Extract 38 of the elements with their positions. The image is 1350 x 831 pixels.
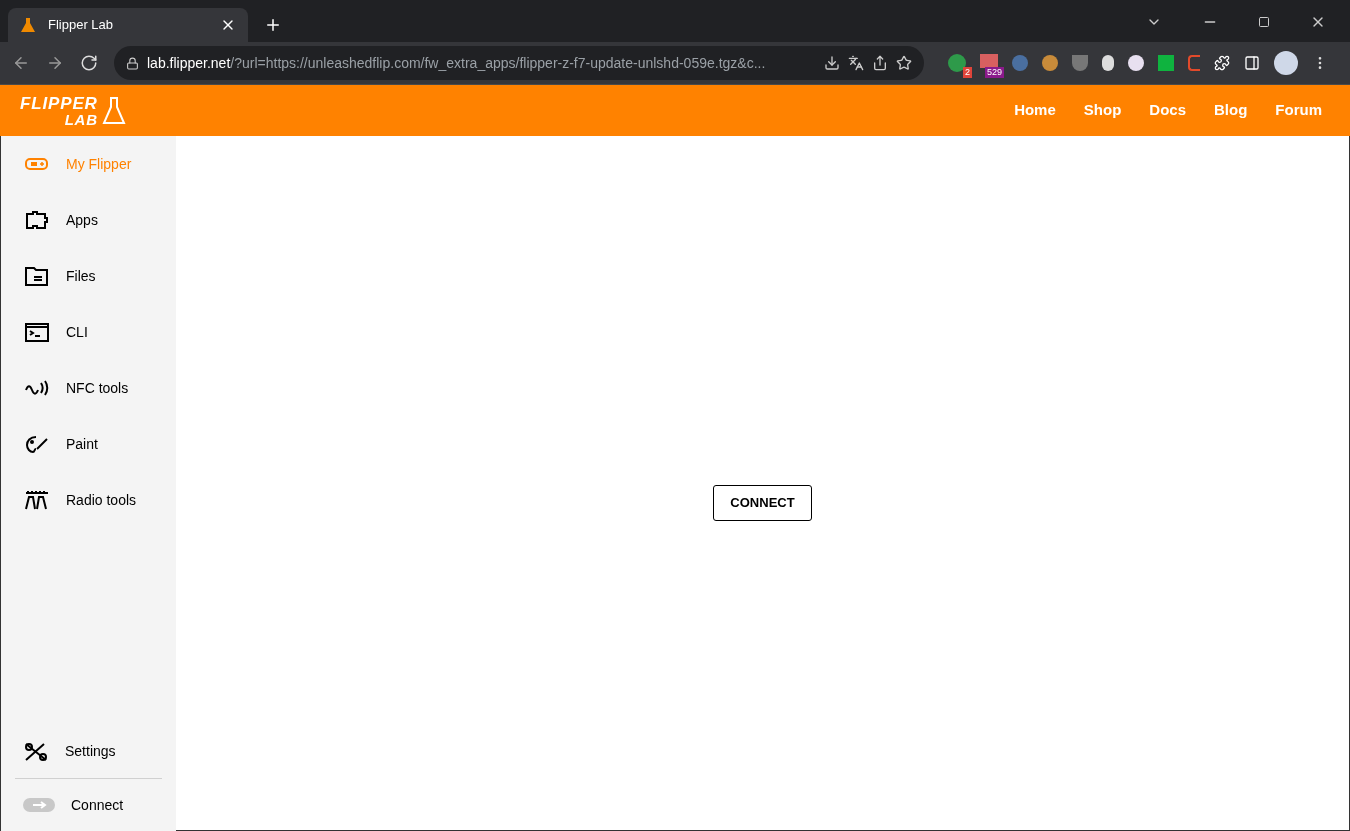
forward-icon[interactable] (46, 54, 64, 72)
url-text: lab.flipper.net/?url=https://unleashedflip.com/fw_extra_apps/flipper-z-f7-update-unlshd-059e.tgz&c... (147, 53, 767, 73)
sidebar-item[interactable]: Settings (15, 725, 162, 778)
side-panel-icon[interactable] (1244, 55, 1260, 71)
terminal-icon (24, 321, 50, 343)
sidebar-item[interactable]: Paint (1, 416, 176, 472)
sidebar-item[interactable]: CLI (1, 304, 176, 360)
sidebar-item[interactable]: NFC tools (1, 360, 176, 416)
extension-icon[interactable] (1102, 55, 1114, 71)
maximize-icon[interactable] (1258, 16, 1270, 28)
palette-brush-icon (24, 433, 50, 455)
translate-icon[interactable] (848, 55, 864, 71)
lock-icon (126, 56, 139, 70)
download-icon[interactable] (824, 55, 840, 71)
shield-icon[interactable] (1072, 55, 1088, 71)
extension-badge: 529 (984, 67, 1004, 78)
sidebar-item[interactable]: Apps (1, 192, 176, 248)
avatar-icon[interactable] (1274, 51, 1298, 75)
new-tab-icon[interactable] (264, 16, 282, 34)
reload-icon[interactable] (80, 54, 98, 72)
browser-tab[interactable]: Flipper Lab (8, 8, 248, 42)
folder-icon (24, 265, 50, 287)
address-bar[interactable]: lab.flipper.net/?url=https://unleashedflip.com/fw_extra_apps/flipper-z-f7-update-unlshd-059e.tgz&c... (114, 46, 924, 80)
puzzle-icon[interactable] (1214, 55, 1230, 71)
extension-icon[interactable] (1128, 55, 1144, 71)
cookie-icon[interactable] (1042, 55, 1058, 71)
connect-button[interactable]: CONNECT (713, 485, 812, 521)
share-icon[interactable] (872, 55, 888, 71)
puzzle-icon (24, 209, 50, 231)
star-icon[interactable] (896, 55, 912, 71)
sidebar-item[interactable]: Files (1, 248, 176, 304)
back-icon[interactable] (12, 54, 30, 72)
sidebar-item[interactable]: Radio tools (1, 472, 176, 528)
extension-badge: 2 (963, 67, 972, 78)
flask-icon (20, 17, 36, 33)
radio-wave-icon (24, 489, 50, 511)
sidebar-item[interactable]: Connect (15, 778, 162, 831)
tab-title: Flipper Lab (48, 16, 115, 35)
